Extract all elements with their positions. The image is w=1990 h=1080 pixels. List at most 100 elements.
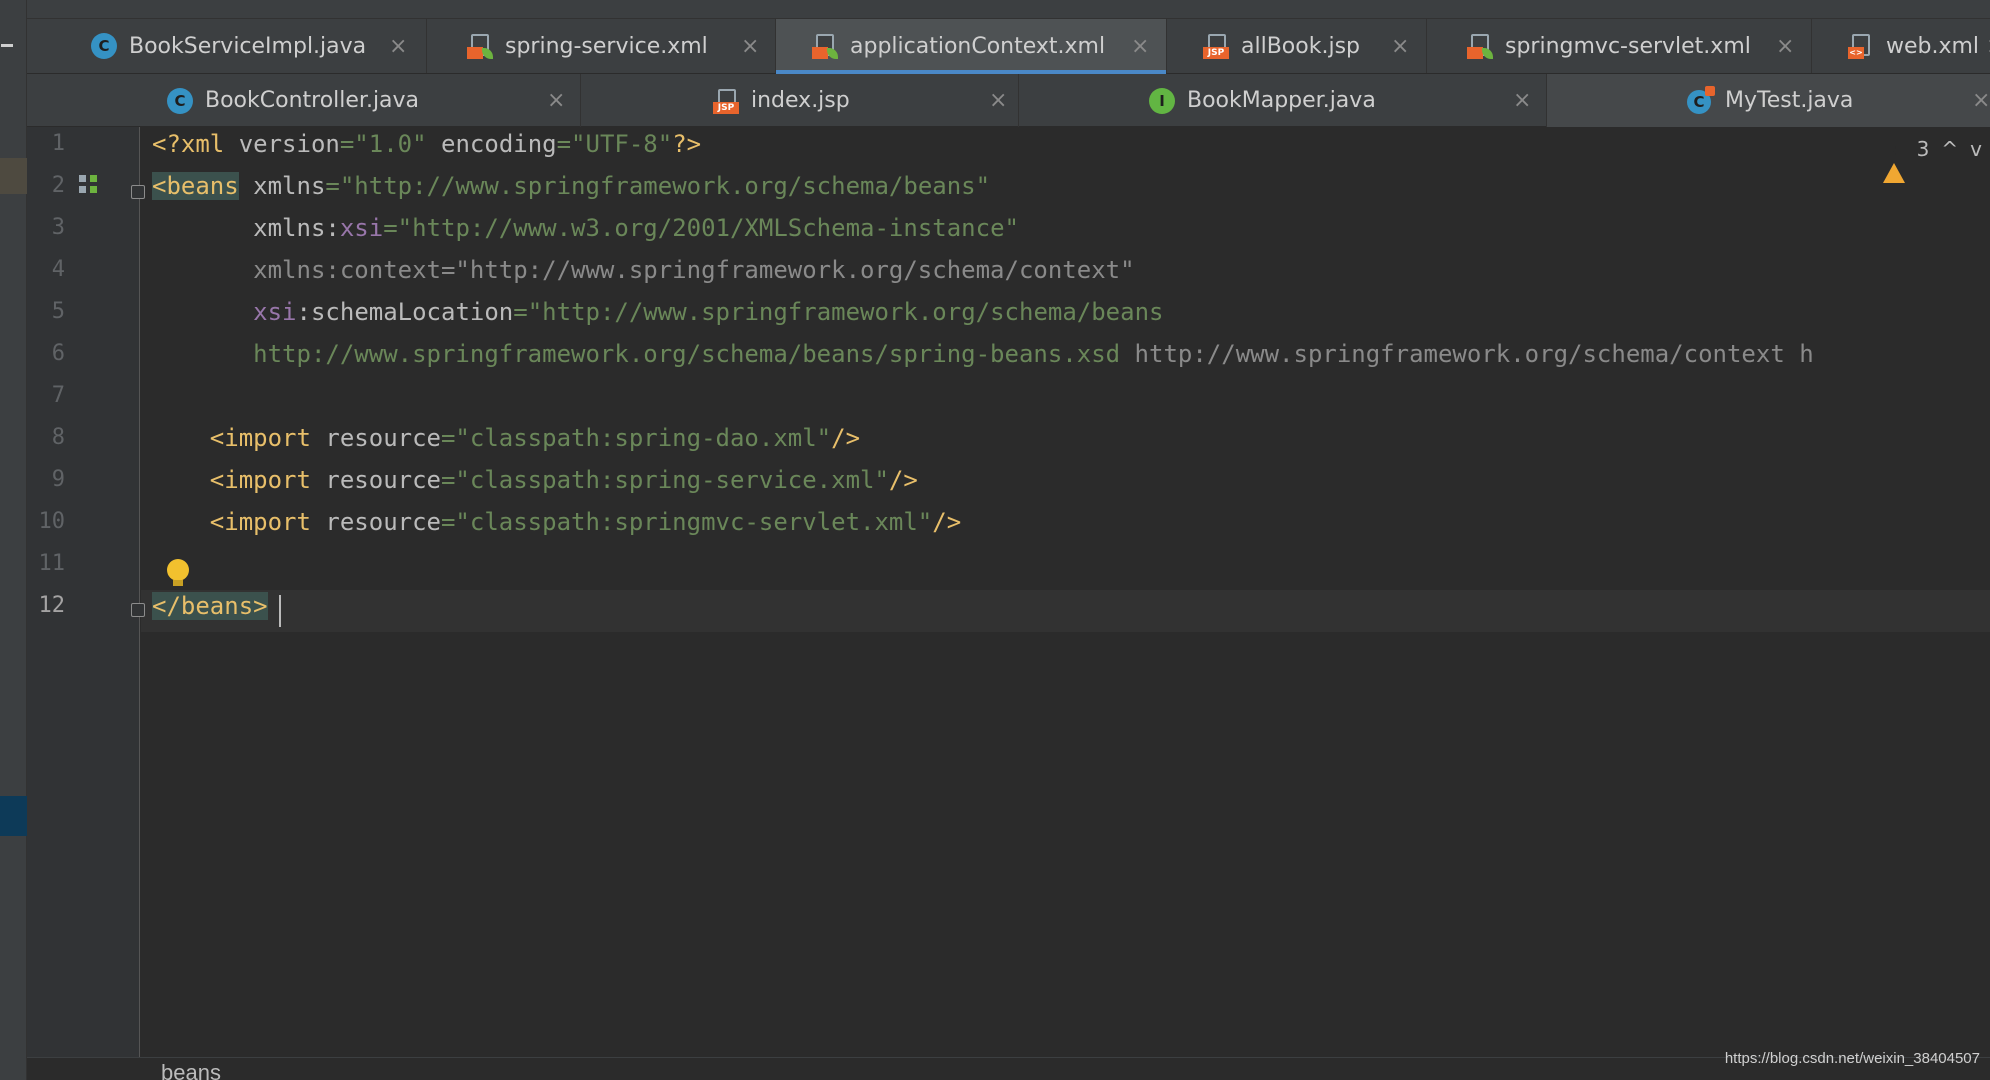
code-token: xmlns:: [152, 214, 340, 242]
editor-tabs-row-1: C BookServiceImpl.java × spring-service.…: [27, 0, 1990, 74]
code-editor[interactable]: <?xml version="1.0" encoding="UTF-8"?> <b…: [27, 127, 1990, 1057]
code-token: resource: [325, 424, 441, 452]
tab-mytest-java[interactable]: C MyTest.java ×: [1547, 74, 1990, 127]
code-token: xsi: [253, 298, 297, 326]
code-line[interactable]: xmlns:xsi="http://www.w3.org/2001/XMLSch…: [152, 207, 1019, 249]
code-line[interactable]: <import resource="classpath:spring-dao.x…: [152, 417, 860, 459]
tab-bookserviceimpl-java[interactable]: C BookServiceImpl.java ×: [49, 19, 427, 73]
next-highlight-icon[interactable]: v: [1970, 137, 1982, 161]
code-line[interactable]: xmlns:context="http://www.springframewor…: [152, 249, 1135, 291]
code-token: version: [238, 130, 340, 158]
code-token: ="UTF-8": [556, 130, 673, 158]
interface-icon: I: [1149, 87, 1175, 114]
line-number: 10: [38, 509, 66, 534]
line-number: 2: [51, 173, 65, 198]
code-token: resource: [325, 466, 441, 494]
test-class-icon: C: [1687, 85, 1715, 114]
line-number: 12: [38, 593, 66, 618]
tab-spring-service-xml[interactable]: spring-service.xml ×: [427, 19, 776, 73]
tab-bookmapper-java[interactable]: I BookMapper.java ×: [1019, 74, 1547, 127]
code-token: xmlns:context="http://www.springframewor…: [152, 256, 1135, 284]
code-token: ="classpath:spring-dao.xml": [440, 424, 832, 452]
code-line[interactable]: xsi:schemaLocation="http://www.springfra…: [152, 291, 1163, 333]
line-number: 9: [51, 467, 65, 492]
previous-highlight-icon[interactable]: ^: [1941, 137, 1958, 161]
jsp-icon: JSP: [1203, 33, 1229, 59]
code-line[interactable]: <beans xmlns="http://www.springframework…: [152, 165, 990, 207]
close-icon[interactable]: ×: [1513, 88, 1531, 113]
line-number: 5: [51, 299, 65, 324]
code-line[interactable]: <import resource="classpath:spring-servi…: [152, 459, 918, 501]
breadcrumb-item[interactable]: beans: [161, 1060, 221, 1080]
tab-label: MyTest.java: [1725, 88, 1854, 113]
code-token: </beans>: [152, 592, 268, 620]
tab-springmvc-servlet-xml[interactable]: springmvc-servlet.xml ×: [1427, 19, 1812, 73]
code-token: ="http://www.w3.org/2001/XMLSchema-insta…: [383, 214, 1019, 242]
close-icon[interactable]: ×: [1776, 34, 1794, 59]
fold-start-icon[interactable]: [131, 185, 145, 199]
text-caret: [279, 595, 281, 627]
close-icon[interactable]: ×: [389, 34, 407, 59]
current-line-highlight: [141, 590, 1990, 632]
code-token: />: [888, 466, 918, 494]
close-icon[interactable]: ×: [1391, 34, 1409, 59]
spring-bean-gutter-icon[interactable]: [79, 175, 105, 199]
line-number: 3: [51, 215, 65, 240]
close-icon[interactable]: ×: [989, 88, 1007, 113]
code-token: http://www.springframework.org/schema/be…: [152, 340, 1135, 368]
code-token: <import: [152, 424, 326, 452]
jsp-icon: JSP: [713, 88, 739, 114]
tab-allbook-jsp[interactable]: JSP allBook.jsp ×: [1167, 19, 1427, 73]
close-icon[interactable]: ×: [547, 88, 565, 113]
editor-tabs-row-2: C BookController.java × JSP index.jsp × …: [27, 74, 1990, 127]
class-icon: C: [167, 87, 193, 114]
tab-label: applicationContext.xml: [850, 33, 1106, 59]
code-token: xmlns: [238, 172, 326, 200]
tab-label: springmvc-servlet.xml: [1505, 33, 1751, 59]
close-icon[interactable]: ×: [1986, 34, 1990, 59]
code-line[interactable]: <import resource="classpath:springmvc-se…: [152, 501, 961, 543]
left-tool-strip: [0, 0, 27, 1080]
code-token: resource: [325, 508, 441, 536]
code-token: :schemaLocation: [296, 298, 514, 326]
line-number: 11: [38, 551, 66, 576]
tab-label: web.xml: [1886, 33, 1980, 59]
tab-applicationcontext-xml[interactable]: applicationContext.xml ×: [776, 19, 1167, 74]
code-token: ="http://www.springframework.org/schema/…: [513, 298, 1164, 326]
inspection-widget[interactable]: ! 3 ^ v: [1882, 137, 1990, 183]
line-number: 6: [51, 341, 65, 366]
watermark: https://blog.csdn.net/weixin_38404507: [1724, 1050, 1980, 1067]
code-line[interactable]: http://www.springframework.org/schema/be…: [152, 333, 1814, 375]
tab-index-jsp[interactable]: JSP index.jsp ×: [581, 74, 1019, 127]
breadcrumb: beans: [27, 1057, 1990, 1080]
tab-label: spring-service.xml: [505, 33, 708, 59]
code-token: ?>: [672, 130, 702, 158]
code-token: ="classpath:springmvc-servlet.xml": [440, 508, 933, 536]
code-token: ="http://www.springframework.org/schema/…: [325, 172, 991, 200]
code-token: <import: [152, 466, 326, 494]
code-token: />: [831, 424, 861, 452]
code-token: />: [932, 508, 962, 536]
collapse-handle[interactable]: [1, 44, 13, 47]
spring-xml-icon: [1467, 33, 1493, 59]
code-line[interactable]: <?xml version="1.0" encoding="UTF-8"?>: [152, 123, 701, 165]
warning-icon: !: [1882, 139, 1905, 183]
line-number: 8: [51, 425, 65, 450]
class-icon: C: [91, 33, 117, 59]
tab-bar-top-edge: [27, 0, 1990, 19]
tab-label: allBook.jsp: [1241, 33, 1360, 59]
line-number: 4: [51, 257, 65, 282]
line-number: 7: [51, 383, 65, 408]
close-icon[interactable]: ×: [741, 34, 759, 59]
fold-end-icon[interactable]: [131, 603, 145, 617]
tab-bookcontroller-java[interactable]: C BookController.java ×: [27, 74, 581, 127]
close-icon[interactable]: ×: [1131, 34, 1149, 59]
close-icon[interactable]: ×: [1972, 88, 1990, 113]
code-token: ="1.0": [339, 130, 442, 158]
line-number: 1: [51, 131, 65, 156]
code-token: xsi: [339, 214, 384, 242]
tab-web-xml[interactable]: <> web.xml ×: [1812, 19, 1990, 73]
lightbulb-icon[interactable]: [167, 559, 189, 586]
code-line[interactable]: </beans>: [152, 585, 268, 627]
